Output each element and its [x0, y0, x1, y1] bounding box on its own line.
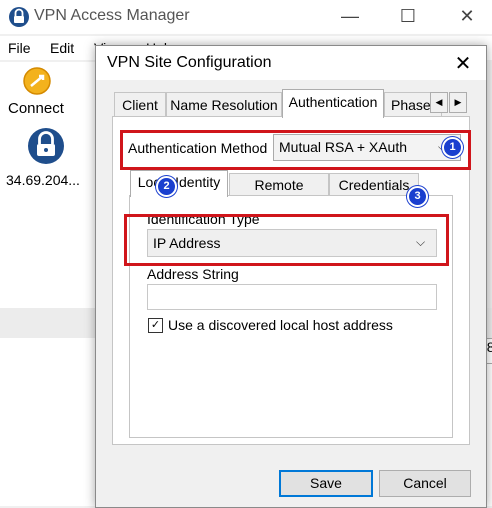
annotation-badge-1: 1	[442, 137, 463, 158]
maximize-button[interactable]: ☐	[393, 6, 423, 27]
tab-scroll-right-button[interactable]: ▶	[449, 92, 467, 113]
cancel-button[interactable]: Cancel	[379, 470, 471, 497]
dialog-close-button[interactable]: ✕	[446, 51, 480, 76]
connect-icon	[22, 66, 52, 99]
app-title: VPN Access Manager	[34, 7, 190, 24]
subtab-credentials[interactable]: Credentials	[329, 173, 419, 196]
app-close-button[interactable]: ✕	[452, 6, 482, 27]
use-discovered-checkbox[interactable]: ✓	[148, 318, 163, 333]
subtab-remote-identity[interactable]: Remote Identity	[229, 173, 329, 215]
tab-authentication[interactable]: Authentication	[282, 89, 384, 118]
tab-client[interactable]: Client	[114, 92, 166, 117]
save-button[interactable]: Save	[279, 470, 373, 497]
tab-scroll-left-button[interactable]: ◀	[430, 92, 448, 113]
site-item-label[interactable]: 34.69.204...	[6, 172, 80, 188]
minimize-button[interactable]: —	[335, 6, 365, 27]
subtab-local-identity[interactable]: Local Identity	[130, 170, 228, 197]
annotation-badge-3: 3	[407, 186, 428, 207]
dialog-title: VPN Site Configuration	[107, 54, 272, 71]
site-config-dialog: VPN Site Configuration ✕ Client Name Res…	[95, 45, 487, 508]
annotation-box-auth-method	[120, 130, 471, 170]
menu-file[interactable]: File	[8, 40, 31, 56]
menu-edit[interactable]: Edit	[50, 40, 74, 56]
address-string-label: Address String	[147, 266, 239, 282]
site-item-icon	[27, 127, 65, 168]
tab-name-resolution[interactable]: Name Resolution	[166, 92, 282, 117]
use-discovered-label: Use a discovered local host address	[168, 317, 393, 333]
annotation-box-id-type	[124, 214, 449, 266]
connect-label: Connect	[8, 100, 64, 117]
annotation-badge-2: 2	[156, 176, 177, 197]
address-string-input[interactable]	[147, 284, 437, 310]
app-lock-icon	[9, 6, 29, 31]
